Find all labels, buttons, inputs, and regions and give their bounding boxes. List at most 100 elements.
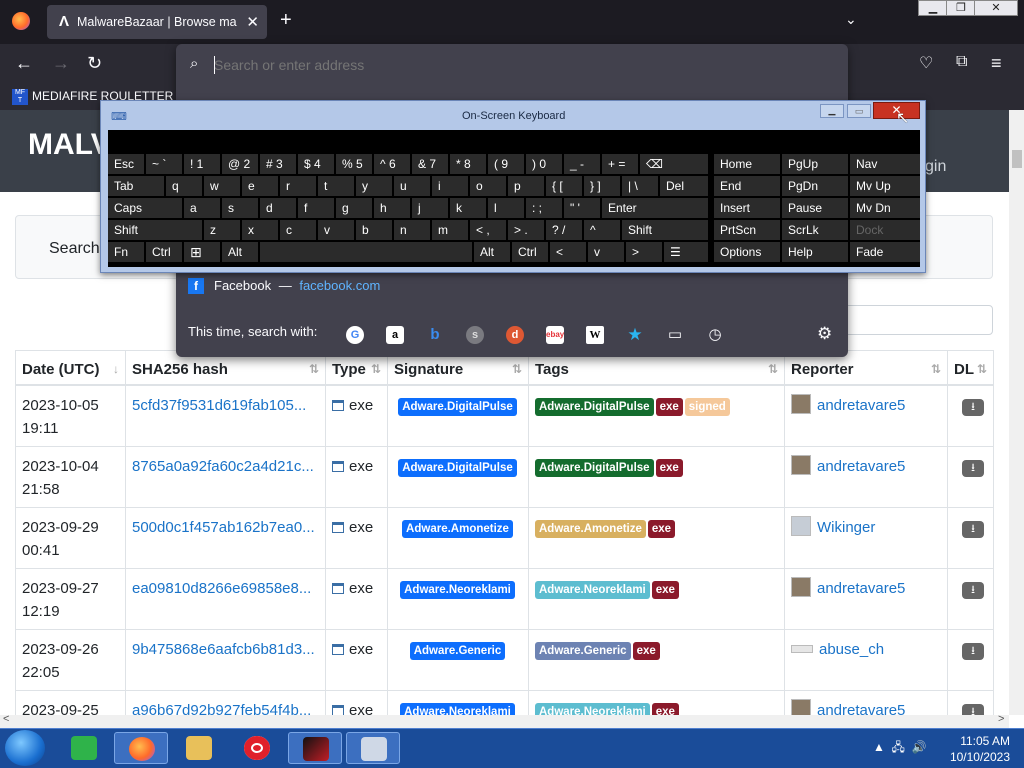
login-link[interactable]: gin xyxy=(925,158,946,176)
key-shift-right[interactable]: Shift xyxy=(622,220,708,240)
signature-badge[interactable]: Adware.Neoreklami xyxy=(400,703,515,715)
cloud-download-icon[interactable]: ⭳ xyxy=(962,582,984,599)
tag-badge[interactable]: Adware.DigitalPulse xyxy=(535,459,654,477)
key[interactable]: k xyxy=(450,198,486,218)
hash-link[interactable]: ea09810d8266e69858e8... xyxy=(132,577,320,600)
signature-badge[interactable]: Adware.DigitalPulse xyxy=(398,398,517,416)
signature-badge[interactable]: Adware.Generic xyxy=(409,642,506,660)
key[interactable]: h xyxy=(374,198,410,218)
new-tab-icon[interactable]: + xyxy=(280,9,292,32)
key-context-menu[interactable]: ☰ xyxy=(664,242,708,262)
key[interactable]: < , xyxy=(470,220,506,240)
reporter-link[interactable]: andretavare5 xyxy=(817,458,905,475)
key[interactable]: n xyxy=(394,220,430,240)
key-options[interactable]: Options xyxy=(714,242,780,262)
taskbar-notes-app[interactable] xyxy=(57,732,111,764)
tag-badge[interactable]: exe xyxy=(651,703,679,715)
tag-badge[interactable]: exe xyxy=(655,398,683,416)
reporter-link[interactable]: andretavare5 xyxy=(817,580,905,597)
key[interactable]: ^ 6 xyxy=(374,154,410,174)
startpage-icon[interactable]: s xyxy=(466,326,484,344)
tag-badge[interactable]: exe xyxy=(632,642,660,660)
key-prtscn[interactable]: PrtScn xyxy=(714,220,780,240)
key[interactable]: | \ xyxy=(622,176,658,196)
key[interactable]: p xyxy=(508,176,544,196)
key[interactable]: ~ ` xyxy=(146,154,182,174)
tag-badge[interactable]: Adware.Neoreklami xyxy=(535,581,650,599)
tabs-icon[interactable]: ▭ xyxy=(666,326,684,344)
key[interactable]: m xyxy=(432,220,468,240)
vertical-scrollbar-thumb[interactable] xyxy=(1012,150,1022,168)
taskbar-explorer[interactable] xyxy=(172,732,226,764)
key-pgdn[interactable]: PgDn xyxy=(782,176,848,196)
taskbar-firefox[interactable] xyxy=(114,732,168,764)
tag-badge[interactable]: exe xyxy=(655,459,683,477)
key[interactable]: i xyxy=(432,176,468,196)
address-bar[interactable]: ⌕ xyxy=(184,50,840,80)
key[interactable]: # 3 xyxy=(260,154,296,174)
signature-badge[interactable]: Adware.Neoreklami xyxy=(400,581,515,599)
restore-window-button[interactable]: ❐ xyxy=(946,0,976,16)
duckduckgo-icon[interactable]: d xyxy=(506,326,524,344)
key[interactable]: { [ xyxy=(546,176,582,196)
tag-badge[interactable]: Adware.Neoreklami xyxy=(535,703,650,715)
key-fade[interactable]: Fade xyxy=(850,242,920,262)
hash-link[interactable]: 5cfd37f9531d619fab105... xyxy=(132,394,320,417)
key-end[interactable]: End xyxy=(714,176,780,196)
tag-badge[interactable]: exe xyxy=(647,520,676,538)
key-tab[interactable]: Tab xyxy=(108,176,164,196)
key[interactable]: b xyxy=(356,220,392,240)
header-date[interactable]: Date (UTC) ↓ xyxy=(15,350,126,386)
google-icon[interactable]: G xyxy=(346,326,364,344)
key[interactable]: d xyxy=(260,198,296,218)
key-space[interactable] xyxy=(260,242,472,262)
key[interactable]: w xyxy=(204,176,240,196)
cloud-download-icon[interactable]: ⭳ xyxy=(962,460,984,477)
key[interactable]: & 7 xyxy=(412,154,448,174)
key[interactable]: f xyxy=(298,198,334,218)
key-right-arrow[interactable]: > xyxy=(626,242,662,262)
key-fn[interactable]: Fn xyxy=(108,242,144,262)
scroll-right-arrow-icon[interactable]: > xyxy=(998,713,1004,725)
history-clock-icon[interactable]: ◷ xyxy=(706,326,724,344)
table-search-input[interactable] xyxy=(840,305,993,335)
key[interactable]: ( 9 xyxy=(488,154,524,174)
key-backspace[interactable]: ⌫ xyxy=(640,154,708,174)
cloud-download-icon[interactable]: ⭳ xyxy=(962,704,984,715)
close-window-button[interactable]: ✕ xyxy=(974,0,1018,16)
hash-link[interactable]: 9b475868e6aafcb6b81d3... xyxy=(132,638,320,661)
header-dl[interactable]: DL ⇅ xyxy=(947,350,994,386)
key-shift-left[interactable]: Shift xyxy=(108,220,202,240)
key-left-arrow[interactable]: < xyxy=(550,242,586,262)
close-tab-icon[interactable]: ✕ xyxy=(246,13,259,31)
browser-tab[interactable]: Λ MalwareBazaar | Browse malwa ✕ xyxy=(47,5,267,39)
extensions-icon[interactable]: ⧉ xyxy=(956,53,967,71)
key[interactable]: " ' xyxy=(564,198,600,218)
taskbar-opera[interactable] xyxy=(230,732,284,764)
key[interactable]: c xyxy=(280,220,316,240)
start-button[interactable] xyxy=(5,730,45,766)
bookmarks-star-icon[interactable]: ★ xyxy=(626,326,644,344)
key[interactable]: @ 2 xyxy=(222,154,258,174)
key-mvup[interactable]: Mv Up xyxy=(850,176,920,196)
back-arrow-icon[interactable]: ← xyxy=(15,53,33,74)
key-dock[interactable]: Dock xyxy=(850,220,920,240)
tag-badge[interactable]: Adware.Amonetize xyxy=(535,520,646,538)
key[interactable]: r xyxy=(280,176,316,196)
taskbar-osk[interactable] xyxy=(346,732,400,764)
windows-key-icon[interactable]: ⊞ xyxy=(184,242,220,262)
key[interactable]: u xyxy=(394,176,430,196)
menu-hamburger-icon[interactable]: ≡ xyxy=(991,53,1002,74)
key-down-arrow[interactable]: v xyxy=(588,242,624,262)
tag-badge[interactable]: signed xyxy=(684,398,730,416)
reporter-link[interactable]: andretavare5 xyxy=(817,397,905,414)
minimize-window-button[interactable]: ▁ xyxy=(918,0,948,16)
scroll-left-arrow-icon[interactable]: < xyxy=(3,713,9,725)
key-pgup[interactable]: PgUp xyxy=(782,154,848,174)
bing-icon[interactable]: b xyxy=(426,326,444,344)
key-help[interactable]: Help xyxy=(782,242,848,262)
key-ctrl-left[interactable]: Ctrl xyxy=(146,242,182,262)
suggestion-facebook[interactable]: f Facebook — facebook.com xyxy=(188,278,380,294)
key[interactable]: * 8 xyxy=(450,154,486,174)
reporter-link[interactable]: abuse_ch xyxy=(819,641,884,658)
